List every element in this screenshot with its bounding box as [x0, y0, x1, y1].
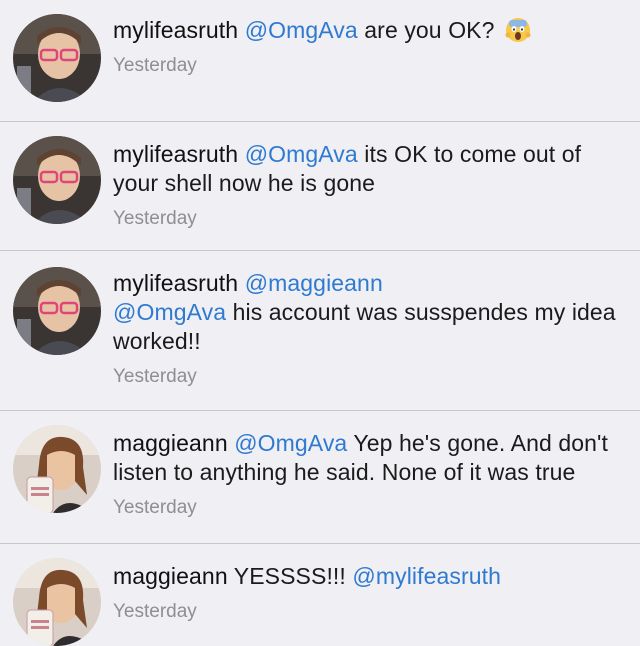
feed-item[interactable]: maggieann YESSSS!!! @mylifeasruth Yester…: [0, 544, 640, 646]
ruth-avatar[interactable]: [13, 267, 101, 355]
post-text: YESSSS!!!: [227, 563, 353, 589]
post-timestamp: Yesterday: [113, 55, 197, 76]
feed-item[interactable]: mylifeasruth @maggieann @OmgAva his acco…: [0, 251, 640, 411]
post-username[interactable]: maggieann: [113, 563, 228, 589]
post-body: mylifeasruth @maggieann @OmgAva his acco…: [113, 269, 628, 356]
post-timestamp: Yesterday: [113, 366, 197, 387]
post-timestamp: Yesterday: [113, 601, 197, 622]
maggie-avatar[interactable]: [13, 425, 101, 513]
scream-emoji-icon: [505, 18, 531, 42]
post-mention[interactable]: @OmgAva: [234, 430, 347, 456]
post-username[interactable]: mylifeasruth: [113, 270, 238, 296]
feed-item[interactable]: maggieann @OmgAva Yep he's gone. And don…: [0, 411, 640, 544]
ruth-avatar[interactable]: [13, 14, 101, 102]
post-mention[interactable]: @OmgAva: [245, 17, 358, 43]
post-username[interactable]: mylifeasruth: [113, 17, 238, 43]
post-body: mylifeasruth @OmgAva are you OK?: [113, 16, 628, 45]
post-timestamp: Yesterday: [113, 208, 197, 229]
post-mention[interactable]: @OmgAva: [113, 299, 226, 325]
feed-item[interactable]: mylifeasruth @OmgAva its OK to come out …: [0, 122, 640, 251]
post-mention[interactable]: @OmgAva: [245, 141, 358, 167]
ruth-avatar[interactable]: [13, 136, 101, 224]
post-body: maggieann @OmgAva Yep he's gone. And don…: [113, 429, 628, 487]
post-username[interactable]: maggieann: [113, 430, 228, 456]
post-mention[interactable]: @mylifeasruth: [352, 563, 501, 589]
maggie-avatar[interactable]: [13, 558, 101, 646]
mentions-feed: mylifeasruth @OmgAva are you OK? Yesterd…: [0, 0, 640, 646]
post-timestamp: Yesterday: [113, 497, 197, 518]
feed-item[interactable]: mylifeasruth @OmgAva are you OK? Yesterd…: [0, 0, 640, 122]
post-mention[interactable]: @maggieann: [245, 270, 383, 296]
post-text: are you OK?: [357, 17, 502, 43]
post-body: mylifeasruth @OmgAva its OK to come out …: [113, 140, 628, 198]
post-username[interactable]: mylifeasruth: [113, 141, 238, 167]
post-body: maggieann YESSSS!!! @mylifeasruth: [113, 562, 628, 591]
